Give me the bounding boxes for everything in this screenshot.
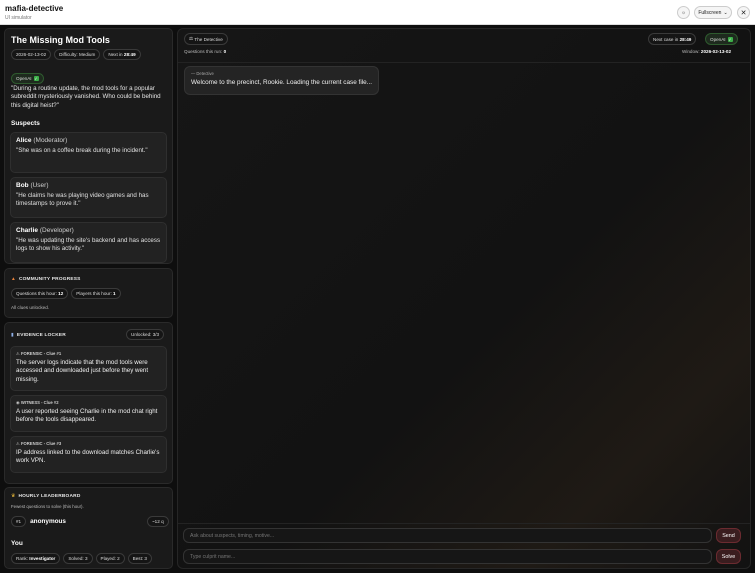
player-score: ~12 q [147, 516, 169, 527]
case-date-badge: 2026-02-13-02 [11, 49, 52, 60]
next-time: 28:49 [123, 52, 136, 57]
suspect-quote: "He claims he was playing video games an… [16, 192, 149, 208]
suspect-role: (Moderator) [33, 137, 68, 144]
clue-text: IP address linked to the download matche… [16, 449, 160, 465]
message-author: — Detective [191, 71, 214, 76]
theme-toggle-button[interactable]: ☼ [677, 6, 690, 19]
your-rank-badge: Rank: Investigator [11, 553, 61, 564]
community-progress-heading: ▲ COMMUNITY PROGRESS [11, 277, 81, 282]
clue-header: FORENSIC - Clue #3 [20, 441, 62, 446]
difficulty-badge: Difficulty: Medium [54, 49, 101, 60]
detective-icon: ⚖ [189, 36, 194, 41]
community-stats: Questions this hour: 12 Players this hou… [11, 288, 121, 299]
question-input[interactable] [183, 528, 712, 543]
window-info: Window: 2026-02-13-02 [682, 49, 732, 54]
questions-hour-badge: Questions this hour: 12 [11, 288, 69, 299]
provider-label: OpenAI [16, 76, 32, 81]
forensic-icon: ⚠ [16, 351, 20, 356]
chat-header-divider [178, 62, 750, 63]
suspect-quote: "She was on a coffee break during the in… [16, 147, 148, 154]
check-icon: ✓ [727, 36, 733, 42]
evidence-locker-card: ▮ EVIDENCE LOCKER Unlocked: 3/3 ⚠ FORENS… [4, 322, 173, 484]
detective-tab[interactable]: ⚖ The Detective [184, 33, 228, 45]
fire-icon: ▲ [11, 277, 16, 282]
suspects-heading: Suspects [11, 120, 40, 127]
leaderboard-card: ♛ HOURLY LEADERBOARD Fewest questions to… [4, 487, 173, 569]
your-stats: Rank: Investigator Solved: 3 Played: 2 B… [11, 553, 152, 564]
suspect-card-charlie[interactable]: Charlie (Developer) "He was updating the… [10, 222, 167, 263]
next-case-badge: Next in 28:49 [103, 49, 141, 60]
sun-icon: ☼ [681, 9, 686, 16]
fullscreen-button[interactable]: Fullscreen ⌄ [694, 6, 732, 19]
forensic-icon: ⚠ [16, 441, 20, 446]
suspect-name: Bob [16, 182, 29, 189]
provider-badge: OpenAI ✓ [11, 73, 44, 84]
solve-button[interactable]: Solve [716, 549, 741, 564]
clue-text: The server logs indicate that the mod to… [16, 359, 149, 383]
suspect-name: Charlie [16, 227, 39, 234]
close-button[interactable]: ✕ [737, 6, 750, 19]
clue-card-3[interactable]: ⚠ FORENSIC - Clue #3 IP address linked t… [10, 436, 167, 473]
case-title: The Missing Mod Tools [11, 35, 110, 45]
suspect-quote: "He was updating the site's backend and … [16, 237, 161, 253]
suspect-role: (User) [30, 182, 49, 189]
best-badge: Best: 3 [127, 553, 152, 564]
message-text: Welcome to the precinct, Rookie. Loading… [191, 79, 373, 86]
clue-text: A user reported seeing Charlie in the mo… [16, 408, 158, 424]
chat-input-divider [178, 523, 750, 524]
suspect-card-alice[interactable]: Alice (Moderator) "She was on a coffee b… [10, 132, 167, 173]
next-case-timer: Next case in 28:49 [648, 33, 697, 45]
chevron-down-icon: ⌄ [723, 9, 728, 16]
clue-header: FORENSIC - Clue #1 [20, 351, 62, 356]
case-description: "During a routine update, the mod tools … [11, 85, 161, 109]
community-note: All clues unlocked. [11, 305, 50, 310]
evidence-locker-heading: ▮ EVIDENCE LOCKER [11, 333, 66, 338]
solved-badge: Solved: 3 [63, 553, 93, 564]
send-button[interactable]: Send [716, 528, 741, 543]
app-main: The Missing Mod Tools 2026-02-13-02 Diff… [0, 25, 755, 573]
unlocked-badge: Unlocked: 3/3 [126, 329, 165, 340]
leaderboard-row: #1 anonymous [11, 516, 66, 527]
next-prefix: Next in [108, 52, 123, 57]
window-titlebar: mafia-detective UI simulator ☼ Fullscree… [0, 0, 755, 25]
clue-card-2[interactable]: ◉ WITNESS - Clue #2 A user reported seei… [10, 395, 167, 432]
fullscreen-label: Fullscreen [698, 9, 722, 16]
leaderboard-heading: ♛ HOURLY LEADERBOARD [11, 494, 81, 499]
witness-eye-icon: ◉ [16, 400, 20, 405]
chat-message: — Detective Welcome to the precinct, Roo… [184, 66, 380, 95]
you-heading: You [11, 540, 23, 547]
trophy-icon: ♛ [11, 494, 16, 499]
app-title: mafia-detective [5, 4, 64, 13]
played-badge: Played: 2 [95, 553, 125, 564]
chat-panel: ⚖ The Detective Questions this run: 0 Ne… [177, 28, 751, 569]
case-meta: 2026-02-13-02 Difficulty: Medium Next in… [11, 49, 141, 60]
players-hour-badge: Players this hour: 1 [71, 288, 121, 299]
clue-card-1[interactable]: ⚠ FORENSIC - Clue #1 The server logs ind… [10, 346, 167, 391]
check-icon: ✓ [33, 76, 39, 81]
lock-icon: ▮ [11, 333, 14, 338]
suspect-card-bob[interactable]: Bob (User) "He claims he was playing vid… [10, 177, 167, 218]
app-subtitle: UI simulator [5, 15, 32, 21]
clue-header: WITNESS - Clue #2 [20, 400, 59, 405]
suspect-role: (Developer) [39, 227, 74, 234]
leaderboard-subtitle: Fewest questions to solve (this hour). [11, 504, 84, 509]
close-icon: ✕ [740, 9, 747, 17]
rank-badge: #1 [11, 516, 27, 527]
chat-provider-badge: OpenAI ✓ [705, 33, 738, 45]
questions-run: Questions this run: 0 [184, 49, 227, 54]
suspect-name: Alice [16, 137, 32, 144]
culprit-input[interactable] [183, 549, 712, 564]
community-progress-card: ▲ COMMUNITY PROGRESS Questions this hour… [4, 268, 173, 318]
player-name: anonymous [30, 518, 66, 525]
case-card: The Missing Mod Tools 2026-02-13-02 Diff… [4, 28, 173, 264]
